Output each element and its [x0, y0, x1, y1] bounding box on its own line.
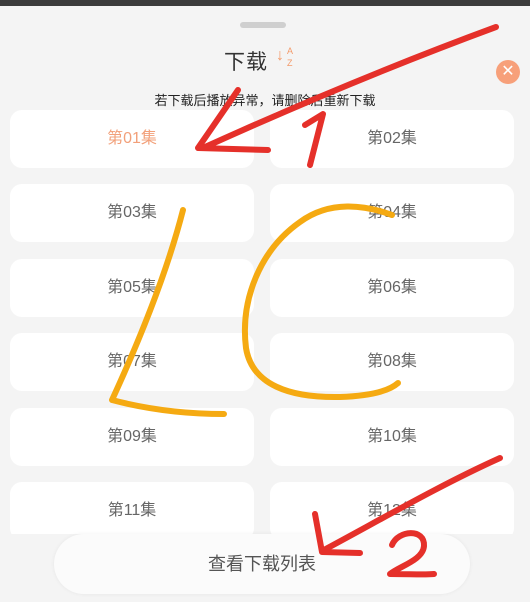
- episode-button-08[interactable]: 第08集: [270, 333, 514, 391]
- episode-button-03[interactable]: 第03集: [10, 184, 254, 242]
- episode-button-11[interactable]: 第11集: [10, 482, 254, 534]
- sheet-title: 下载: [224, 51, 268, 74]
- view-download-list-button[interactable]: 查看下载列表: [54, 534, 470, 594]
- download-hint: 若下载后播放异常，请删除后重新下载: [154, 93, 376, 108]
- episode-button-09[interactable]: 第09集: [10, 408, 254, 466]
- episode-button-12[interactable]: 第12集: [270, 482, 514, 534]
- episode-button-04[interactable]: 第04集: [270, 184, 514, 242]
- drag-handle[interactable]: [240, 22, 286, 28]
- close-icon[interactable]: ✕: [496, 60, 520, 84]
- episode-button-01[interactable]: 第01集: [10, 110, 254, 168]
- episode-button-07[interactable]: 第07集: [10, 333, 254, 391]
- episode-button-06[interactable]: 第06集: [270, 259, 514, 317]
- episode-button-10[interactable]: 第10集: [270, 408, 514, 466]
- sort-az-icon[interactable]: ↓ A Z: [276, 46, 298, 74]
- episode-button-02[interactable]: 第02集: [270, 110, 514, 168]
- episode-button-05[interactable]: 第05集: [10, 259, 254, 317]
- episode-grid: 第01集 第02集 第03集 第04集 第05集 第06集 第07集 第08集 …: [10, 110, 520, 534]
